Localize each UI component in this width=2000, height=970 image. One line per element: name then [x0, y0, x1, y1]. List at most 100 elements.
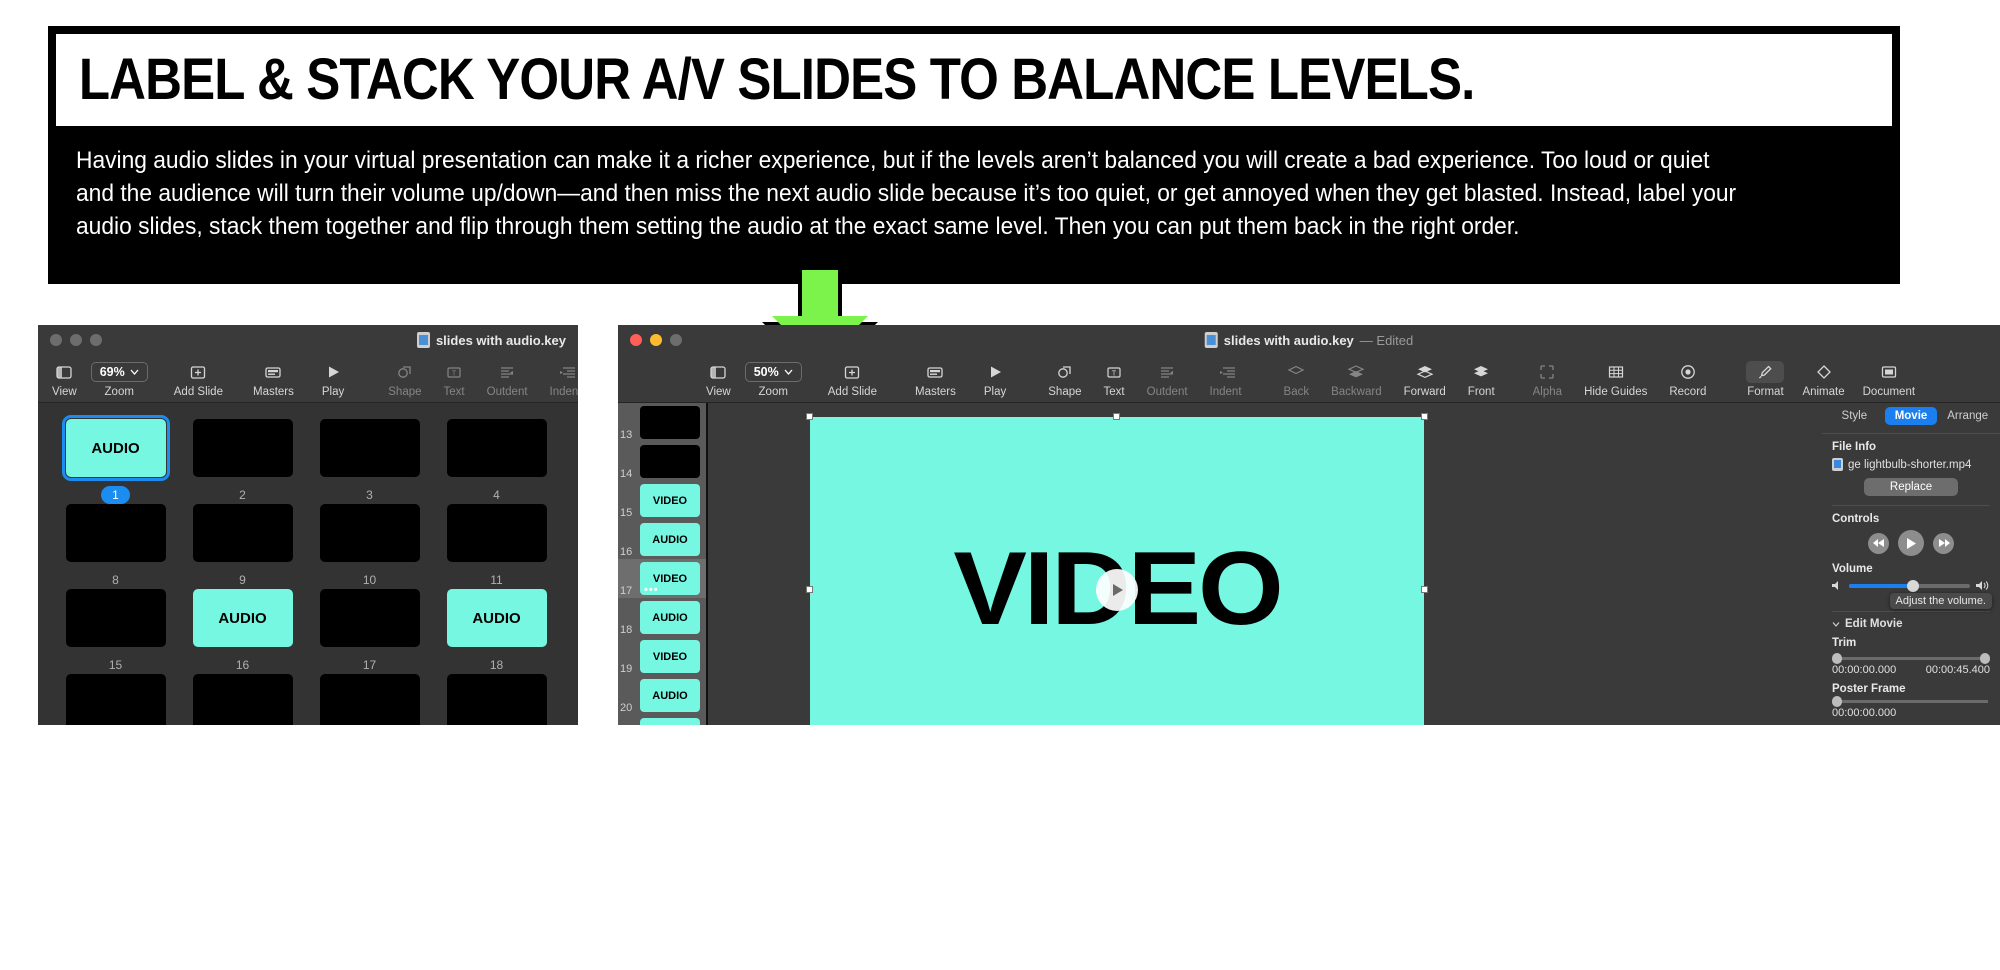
- slide-thumbnail[interactable]: [192, 504, 293, 562]
- toolbar-item-zoom[interactable]: 50% Zoom: [744, 361, 802, 398]
- trim-slider[interactable]: [1832, 653, 1990, 664]
- light-table-cell[interactable]: 17: [306, 589, 433, 674]
- selected-movie-object[interactable]: VIDEO: [806, 413, 1428, 725]
- left-toolbar[interactable]: View 69% Zoom Add Slide Masters Play Sha…: [38, 355, 578, 403]
- volume-slider-row[interactable]: [1832, 579, 1990, 592]
- light-table-grid[interactable]: AUDIO 1 2 3 4 8 9 10 11 15 AUDIO 16 17 A…: [38, 403, 578, 725]
- toolbar-item-document[interactable]: Document: [1863, 361, 1915, 398]
- toolbar-item-outdent[interactable]: Outdent: [487, 361, 528, 398]
- rewind-icon[interactable]: [1868, 532, 1889, 554]
- replace-button[interactable]: Replace: [1864, 478, 1958, 496]
- navigator-slide-14[interactable]: 14: [618, 442, 706, 481]
- light-table-cell[interactable]: 11: [433, 504, 560, 589]
- inspector-tab-style[interactable]: Style: [1828, 407, 1881, 425]
- slide-thumbnail[interactable]: [319, 419, 420, 477]
- navigator-thumbnail[interactable]: AUDIO: [640, 679, 700, 712]
- resize-handle-tc[interactable]: [1113, 413, 1120, 420]
- navigator-thumbnail[interactable]: AUDIO: [640, 523, 700, 556]
- slide-thumbnail[interactable]: AUDIO: [192, 589, 293, 647]
- inspector-tab-arrange[interactable]: Arrange: [1941, 407, 1994, 425]
- navigator-thumbnail[interactable]: VIDEO: [640, 484, 700, 517]
- slide-thumbnail[interactable]: AUDIO: [446, 589, 547, 647]
- light-table-cell[interactable]: 10: [306, 504, 433, 589]
- toolbar-item-alpha[interactable]: Alpha: [1533, 361, 1562, 398]
- edit-movie-disclosure[interactable]: Edit Movie: [1832, 618, 1990, 630]
- volume-slider-knob[interactable]: [1907, 579, 1920, 592]
- toolbar-item-text[interactable]: T Text: [444, 361, 465, 398]
- window-traffic-lights-right[interactable]: [630, 334, 682, 346]
- navigator-thumbnail[interactable]: AUDIO: [640, 601, 700, 634]
- close-button[interactable]: [50, 334, 62, 346]
- navigator-thumbnail[interactable]: [640, 445, 700, 478]
- slide-thumbnail[interactable]: [319, 674, 420, 725]
- navigator-thumbnail[interactable]: [640, 406, 700, 439]
- minimize-button[interactable]: [70, 334, 82, 346]
- light-table-cell[interactable]: AUDIO 18: [433, 589, 560, 674]
- toolbar-item-masters[interactable]: Masters: [915, 361, 956, 398]
- navigator-slide-13[interactable]: 13: [618, 403, 706, 442]
- navigator-slide-19[interactable]: 19 VIDEO: [618, 637, 706, 676]
- slide-thumbnail[interactable]: [65, 674, 166, 725]
- inspector-tab-movie[interactable]: Movie: [1884, 407, 1938, 425]
- inspector-tabs[interactable]: Style Movie Arrange: [1822, 403, 2000, 429]
- slide-thumbnail[interactable]: [65, 504, 166, 562]
- resize-handle-ml[interactable]: [806, 585, 813, 593]
- toolbar-item-view[interactable]: View: [52, 361, 77, 398]
- navigator-thumbnail[interactable]: VIDEO •••: [640, 562, 700, 596]
- zoom-value[interactable]: 50%: [744, 362, 802, 382]
- resize-handle-tr[interactable]: [1421, 413, 1428, 420]
- poster-frame-slider[interactable]: [1832, 696, 1988, 707]
- light-table-cell[interactable]: AUDIO 1: [52, 415, 179, 504]
- maximize-button[interactable]: [90, 334, 102, 346]
- toolbar-item-zoom[interactable]: 69% Zoom: [90, 361, 148, 398]
- poster-frame-knob[interactable]: [1832, 696, 1842, 707]
- navigator-slide-18[interactable]: 18 AUDIO: [618, 598, 706, 637]
- slide-thumbnail[interactable]: [319, 589, 420, 647]
- format-inspector[interactable]: Style Movie Arrange File Info ge lightbulb…: [1822, 403, 2000, 725]
- toolbar-item-add-slide[interactable]: Add Slide: [828, 361, 877, 398]
- navigator-slide-21[interactable]: 21 AUDIO: [618, 715, 706, 725]
- toolbar-item-back[interactable]: Back: [1284, 361, 1309, 398]
- toolbar-item-animate[interactable]: Animate: [1802, 361, 1845, 398]
- toolbar-item-play[interactable]: Play: [322, 361, 344, 398]
- volume-slider-track[interactable]: [1849, 579, 1970, 592]
- toolbar-item-backward[interactable]: Backward: [1331, 361, 1382, 398]
- slide-thumbnail[interactable]: [192, 674, 293, 725]
- light-table-cell[interactable]: 8: [52, 504, 179, 589]
- toolbar-item-indent[interactable]: Indent: [1210, 361, 1242, 398]
- toolbar-item-play[interactable]: Play: [984, 361, 1006, 398]
- resize-handle-mr[interactable]: [1421, 585, 1428, 593]
- navigator-thumbnail[interactable]: AUDIO: [640, 718, 700, 725]
- trim-start-knob[interactable]: [1832, 653, 1842, 664]
- light-table-cell[interactable]: 24: [306, 674, 433, 725]
- toolbar-item-shape[interactable]: Shape: [388, 361, 422, 398]
- close-button-right[interactable]: [630, 334, 642, 346]
- resize-handle-tl[interactable]: [806, 413, 813, 420]
- slide-thumbnail[interactable]: [446, 419, 547, 477]
- light-table-cell[interactable]: 9: [179, 504, 306, 589]
- light-table-cell[interactable]: 3: [306, 419, 433, 504]
- left-window-titlebar[interactable]: slides with audio.key: [38, 325, 578, 355]
- toolbar-item-shape[interactable]: Shape: [1048, 361, 1082, 398]
- light-table-cell[interactable]: 25: [433, 674, 560, 725]
- slide-navigator[interactable]: 13 14 15 VIDEO 16 AUDIO 17 VIDEO ••• 18 …: [618, 403, 706, 725]
- light-table-cell[interactable]: 4: [433, 419, 560, 504]
- toolbar-item-forward[interactable]: Forward: [1404, 361, 1446, 398]
- toolbar-item-record[interactable]: Record: [1669, 361, 1706, 398]
- toolbar-item-format[interactable]: Format: [1746, 361, 1785, 398]
- play-overlay-icon[interactable]: [1096, 568, 1138, 611]
- navigator-slide-15[interactable]: 15 VIDEO: [618, 481, 706, 520]
- maximize-button-right[interactable]: [670, 334, 682, 346]
- light-table-cell[interactable]: AUDIO 16: [179, 589, 306, 674]
- toolbar-item-add-slide[interactable]: Add Slide: [174, 361, 223, 398]
- window-traffic-lights[interactable]: [50, 334, 102, 346]
- light-table-cell[interactable]: 22: [52, 674, 179, 725]
- slide-thumbnail[interactable]: [65, 589, 166, 647]
- navigator-slide-16[interactable]: 16 AUDIO: [618, 520, 706, 559]
- light-table-cell[interactable]: 23: [179, 674, 306, 725]
- play-icon[interactable]: [1898, 530, 1924, 556]
- fast-forward-icon[interactable]: [1933, 532, 1954, 554]
- toolbar-item-view[interactable]: View: [706, 361, 731, 398]
- toolbar-item-outdent[interactable]: Outdent: [1147, 361, 1188, 398]
- right-window-titlebar[interactable]: slides with audio.key — Edited: [618, 325, 2000, 355]
